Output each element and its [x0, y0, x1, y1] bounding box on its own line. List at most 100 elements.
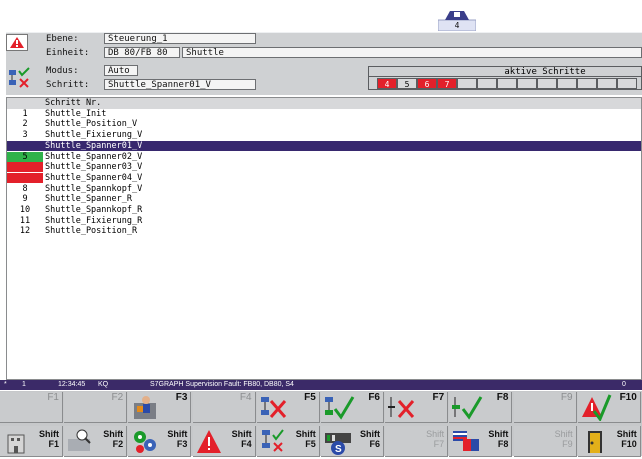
shift-function-key-4[interactable]: Shift F4 [192, 426, 256, 457]
modus-field: Auto [104, 65, 138, 76]
shift-function-key-8[interactable]: Shift F8 [449, 426, 513, 457]
function-key-label: F9 [560, 392, 573, 403]
function-key-1[interactable]: F1 [0, 392, 63, 423]
function-key-6[interactable]: F6 [321, 392, 384, 423]
shift-key-modifier-label: Shift [295, 429, 316, 439]
shift-key-function-label: F5 [305, 439, 316, 449]
shift-key-modifier-label: Shift [616, 429, 637, 439]
s7-module-icon: S [323, 427, 355, 459]
step-name: Shuttle_Fixierung_V [45, 130, 143, 141]
active-step-cell [557, 78, 577, 89]
function-key-5[interactable]: F5 [256, 392, 320, 425]
function-key-label: F4 [239, 392, 252, 403]
shift-key-function-label: F9 [562, 439, 573, 449]
step-structure-icon [259, 427, 291, 459]
shift-key-modifier-label: Shift [426, 429, 445, 439]
step-row[interactable]: 7 Shuttle_Spanner04_V [7, 172, 641, 184]
shift-function-key-3[interactable]: Shift F3 [128, 426, 192, 459]
function-key-2[interactable]: F2 [64, 392, 128, 423]
shift-key-function-label: F2 [112, 439, 124, 449]
function-key-4[interactable]: F4 [192, 392, 256, 423]
active-step-cell [537, 78, 557, 89]
shift-function-key-9[interactable]: Shift F9 [513, 426, 577, 457]
step-list-header-label: Schritt Nr. [45, 98, 102, 108]
shift-key-modifier-label: Shift [488, 429, 509, 439]
step-cancel-icon [259, 393, 291, 425]
function-key-label: F2 [111, 392, 124, 403]
step-number: 11 [19, 215, 31, 226]
step-number: 3 [22, 130, 28, 141]
exit-door-icon [580, 427, 612, 459]
schritt-field: Shuttle_Spanner01_V [104, 79, 256, 90]
step-row[interactable]: 10 Shuttle_Spannkopf_R [7, 205, 641, 216]
step-row[interactable]: 6 Shuttle_Spanner03_V [7, 162, 641, 173]
step-row[interactable]: 9 Shuttle_Spanner_R [7, 194, 641, 205]
step-row[interactable]: 1 Shuttle_Init [7, 109, 641, 120]
step-row[interactable]: 11 Shuttle_Fixierung_R [7, 216, 641, 227]
function-key-3[interactable]: F3 [128, 392, 192, 425]
step-name: Shuttle_Init [45, 108, 107, 119]
shift-function-key-6[interactable]: S Shift F6 [321, 426, 384, 457]
step-name: Shuttle_Spanner03_V [45, 162, 143, 173]
step-number: 1 [22, 108, 28, 119]
function-key-label: F1 [47, 392, 59, 403]
modus-label: Modus: [46, 66, 79, 76]
function-key-10[interactable]: F10 [577, 392, 641, 425]
operator-machine-icon [130, 393, 162, 425]
active-steps-title: aktive Schritte [369, 67, 641, 77]
step-number: 10 [19, 205, 31, 215]
shift-function-keys-row: Shift F1 Shift F2 Shift F3 Shift F4 Shift F5 S Shif… [0, 425, 642, 459]
shift-function-key-10[interactable]: Shift F10 [577, 426, 641, 459]
active-step-cell: 6 [417, 78, 437, 89]
alarm-bell-icon [10, 37, 24, 48]
step-name: Shuttle_Fixierung_R [45, 215, 143, 226]
step-name: Shuttle_Spanner04_V [45, 172, 143, 183]
function-key-label: F8 [496, 392, 509, 403]
step-number: 2 [22, 119, 28, 130]
step-number: 5 [7, 151, 43, 162]
shift-key-function-label: F1 [48, 439, 59, 449]
step-sequence-icon[interactable] [7, 67, 31, 89]
status-flag: * [4, 381, 7, 388]
step-row[interactable]: 3 Shuttle_Fixierung_V [7, 130, 641, 141]
step-name: Shuttle_Spannkopf_V [45, 183, 143, 194]
function-key-8[interactable]: F8 [449, 392, 513, 425]
zoom-tool-icon [66, 427, 98, 459]
status-code: KQ [98, 381, 109, 388]
active-step-cell [597, 78, 617, 89]
step-number: 7 [7, 172, 43, 183]
step-list[interactable]: Schritt Nr. 1 Shuttle_Init 2 Shuttle_Positi… [6, 97, 642, 380]
step-row[interactable]: 8 Shuttle_Spannkopf_V [7, 184, 641, 195]
active-step-cell [617, 78, 637, 89]
step-row[interactable]: 4 Shuttle_Spanner01_V [7, 140, 641, 152]
function-key-7[interactable]: F7 [385, 392, 449, 423]
shift-key-function-label: F10 [621, 439, 637, 449]
alarm-status-bar[interactable]: * 1 12:34:45 KQ S7GRAPH Supervision Faul… [0, 380, 642, 390]
step-name: Shuttle_Position_R [45, 226, 138, 237]
top-screen-icon[interactable]: 4 [437, 9, 477, 32]
step-number: 8 [22, 183, 28, 194]
alarm-indicator[interactable] [6, 34, 28, 51]
active-step-cell: 4 [377, 78, 397, 89]
active-step-cell [457, 78, 477, 89]
function-keys-row: F1 F2 F3 F4 F5 F6 F7 F8 F9 F10 [0, 391, 642, 425]
step-number: 6 [7, 162, 43, 173]
function-key-label: F3 [175, 392, 188, 403]
transition-confirm-icon [451, 393, 483, 425]
shift-key-modifier-label: Shift [231, 429, 252, 439]
step-name: Shuttle_Spanner01_V [45, 140, 143, 151]
step-row[interactable]: 5 Shuttle_Spanner02_V [7, 151, 641, 163]
shift-key-modifier-label: Shift [167, 429, 188, 439]
step-row[interactable]: 2 Shuttle_Position_V [7, 119, 641, 130]
shift-function-key-1[interactable]: Shift F1 [0, 426, 63, 457]
alarm-acknowledge-icon [580, 393, 612, 425]
shift-key-modifier-label: Shift [360, 429, 380, 439]
shift-function-key-2[interactable]: Shift F2 [64, 426, 128, 459]
gears-icon [130, 427, 162, 459]
step-row[interactable]: 12 Shuttle_Position_R [7, 226, 641, 237]
shift-function-key-7[interactable]: Shift F7 [385, 426, 449, 457]
shift-function-key-5[interactable]: Shift F5 [256, 426, 320, 459]
shift-key-function-label: F8 [497, 439, 509, 449]
step-number: 9 [22, 194, 28, 205]
function-key-9[interactable]: F9 [513, 392, 577, 423]
